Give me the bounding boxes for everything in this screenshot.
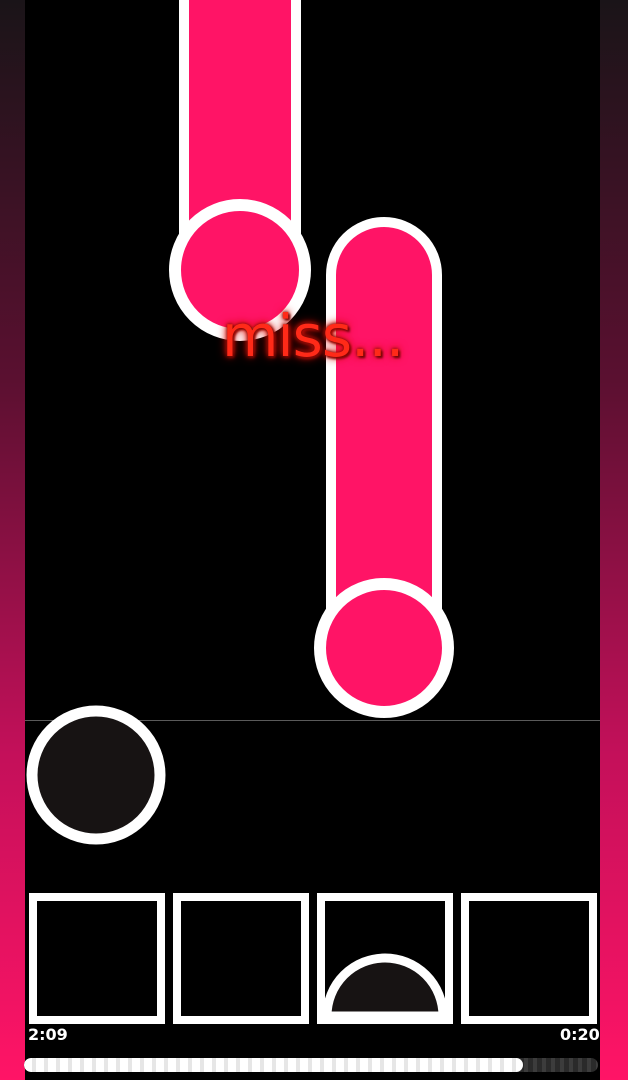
hold-note-2-icon (314, 217, 454, 718)
elapsed-time: 2:09 (28, 1025, 68, 1044)
playfield (25, 0, 600, 1024)
song-progress-fill (24, 1058, 524, 1072)
hold-note-1-icon (169, 0, 311, 341)
touch-cursor-icon[interactable] (26, 705, 166, 845)
lane-pad-4[interactable] (461, 893, 597, 1024)
lane-pad-1[interactable] (29, 893, 165, 1024)
lane-pad-3-bottom-edge (321, 1014, 449, 1022)
hold-note-2-head (314, 578, 454, 718)
judgement-text: miss... (222, 302, 404, 370)
song-progress-bar (24, 1058, 598, 1072)
lane-pad-2[interactable] (173, 893, 309, 1024)
remaining-time: 0:20 (560, 1025, 600, 1044)
game-screen: miss... 2:09 0:20 (0, 0, 628, 1080)
